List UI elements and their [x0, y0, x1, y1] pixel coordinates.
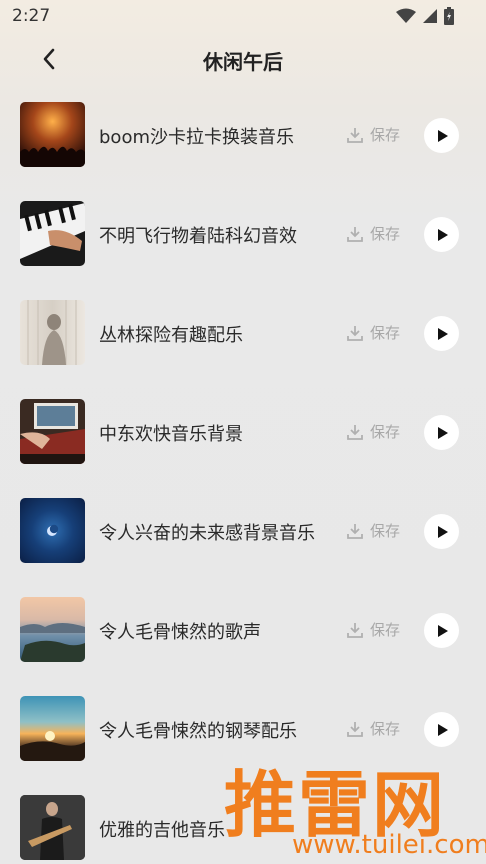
play-button[interactable] — [424, 316, 459, 351]
signal-icon — [422, 8, 438, 28]
play-icon — [437, 129, 448, 142]
page-title: 休闲午后 — [203, 50, 283, 74]
download-icon — [347, 226, 363, 242]
list-item[interactable]: 令人兴奋的未来感背景音乐 保存 — [0, 498, 486, 564]
track-thumbnail — [20, 201, 85, 266]
save-label: 保存 — [370, 621, 401, 639]
track-title: 令人兴奋的未来感背景音乐 — [99, 523, 315, 544]
list-item[interactable]: 不明飞行物着陆科幻音效 保存 — [0, 201, 486, 267]
status-icons — [396, 7, 454, 29]
save-label: 保存 — [370, 522, 401, 540]
save-button[interactable]: 保存 — [346, 421, 400, 442]
save-label: 保存 — [370, 126, 401, 144]
list-item[interactable]: 中东欢快音乐背景 保存 — [0, 399, 486, 465]
play-icon — [437, 228, 448, 241]
play-button[interactable] — [424, 514, 459, 549]
save-button[interactable]: 保存 — [346, 124, 400, 145]
track-title: 令人毛骨悚然的钢琴配乐 — [99, 721, 297, 742]
play-button[interactable] — [424, 118, 459, 153]
track-thumbnail — [20, 597, 85, 662]
download-icon — [347, 721, 363, 737]
play-icon — [437, 327, 448, 340]
list-item[interactable]: 丛林探险有趣配乐 保存 — [0, 300, 486, 366]
download-icon — [347, 622, 363, 638]
download-icon — [347, 127, 363, 143]
list-item[interactable]: 令人毛骨悚然的歌声 保存 — [0, 597, 486, 663]
battery-icon — [444, 7, 454, 29]
track-title: 不明飞行物着陆科幻音效 — [99, 226, 297, 247]
download-icon — [347, 424, 363, 440]
track-title: boom沙卡拉卡换装音乐 — [99, 127, 294, 148]
track-title: 中东欢快音乐背景 — [99, 424, 243, 445]
list-item[interactable]: 优雅的吉他音乐 — [0, 795, 486, 861]
save-button[interactable]: 保存 — [346, 520, 400, 541]
play-button[interactable] — [424, 415, 459, 450]
wifi-icon — [396, 8, 416, 28]
play-icon — [437, 426, 448, 439]
download-icon — [347, 523, 363, 539]
track-title: 令人毛骨悚然的歌声 — [99, 622, 261, 643]
save-button[interactable]: 保存 — [346, 223, 400, 244]
track-thumbnail — [20, 795, 85, 860]
play-button[interactable] — [424, 712, 459, 747]
track-thumbnail — [20, 102, 85, 167]
save-label: 保存 — [370, 720, 401, 738]
track-thumbnail — [20, 696, 85, 761]
save-button[interactable]: 保存 — [346, 322, 400, 343]
track-thumbnail — [20, 300, 85, 365]
save-button[interactable]: 保存 — [346, 619, 400, 640]
status-bar: 2:27 — [0, 0, 486, 32]
status-time: 2:27 — [12, 6, 51, 26]
play-icon — [437, 525, 448, 538]
save-label: 保存 — [370, 324, 401, 342]
play-icon — [437, 624, 448, 637]
download-icon — [347, 325, 363, 341]
save-label: 保存 — [370, 225, 401, 243]
play-button[interactable] — [424, 613, 459, 648]
list-item[interactable]: boom沙卡拉卡换装音乐 保存 — [0, 102, 486, 168]
track-title: 优雅的吉他音乐 — [99, 820, 225, 841]
play-icon — [437, 723, 448, 736]
track-title: 丛林探险有趣配乐 — [99, 325, 243, 346]
track-thumbnail — [20, 399, 85, 464]
track-thumbnail — [20, 498, 85, 563]
save-button[interactable]: 保存 — [346, 718, 400, 739]
header: 休闲午后 — [0, 32, 486, 88]
save-label: 保存 — [370, 423, 401, 441]
list-item[interactable]: 令人毛骨悚然的钢琴配乐 保存 — [0, 696, 486, 762]
play-button[interactable] — [424, 217, 459, 252]
